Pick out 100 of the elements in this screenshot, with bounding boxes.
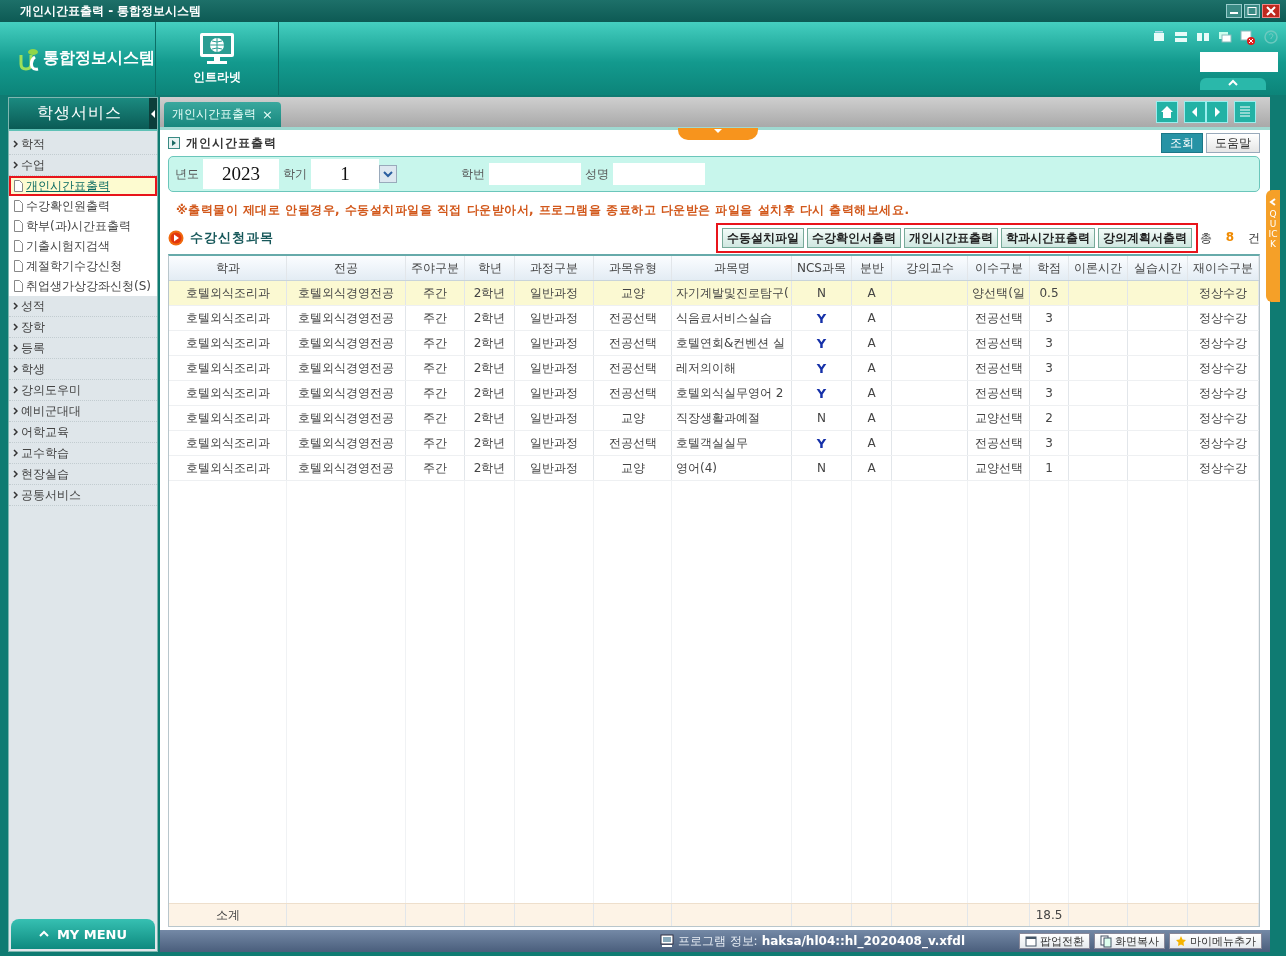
vertical-split-icon[interactable] <box>1196 30 1210 44</box>
column-header: 이론시간 <box>1069 256 1128 280</box>
next-button[interactable] <box>1206 101 1228 123</box>
table-cell: 전공선택 <box>968 431 1030 455</box>
caret-left-icon <box>150 108 156 119</box>
status-bar-button[interactable]: 마이메뉴추가 <box>1169 933 1262 949</box>
menu-item[interactable]: 학생 <box>9 359 157 380</box>
table-row[interactable]: 호텔외식조리과 호텔외식경영전공 주간 2학년 일반과정 전공선택 레저의이해 Y A 전공선택 3 정상수강 <box>169 356 1259 381</box>
section-title: 수강신청과목 <box>190 229 275 247</box>
copy-icon <box>1100 934 1112 948</box>
cascade-windows-icon[interactable] <box>1218 30 1232 44</box>
table-cell: A <box>852 381 892 405</box>
table-cell: 2학년 <box>465 306 515 330</box>
input-field[interactable] <box>489 163 581 185</box>
menu-item[interactable]: 학적 <box>9 134 157 155</box>
table-row[interactable]: 호텔외식조리과 호텔외식경영전공 주간 2학년 일반과정 교양 직장생활과예절 N A 교양선택 2 정상수강 <box>169 406 1259 431</box>
table-cell: 정상수강 <box>1188 306 1259 330</box>
input-field[interactable] <box>613 163 705 185</box>
table-cell: 3 <box>1030 431 1069 455</box>
home-icon <box>1160 105 1174 119</box>
chevron-right-icon <box>13 323 18 331</box>
help-icon[interactable] <box>1264 30 1278 44</box>
chevron-right-icon <box>13 161 18 169</box>
window-icon <box>1025 934 1037 948</box>
print-button[interactable]: 학과시간표출력 <box>1000 228 1095 248</box>
horizontal-split-icon[interactable] <box>1174 30 1188 44</box>
play-square-icon <box>168 137 180 149</box>
submenu-item[interactable]: 개인시간표출력 <box>9 176 157 196</box>
print-button[interactable]: 개인시간표출력 <box>903 228 998 248</box>
menu-item[interactable]: 예비군대대 <box>9 401 157 422</box>
menu-item[interactable]: 장학 <box>9 317 157 338</box>
column-header: 분반 <box>852 256 892 280</box>
single-window-icon[interactable] <box>1152 30 1166 44</box>
table-cell: 호텔외식조리과 <box>169 456 287 480</box>
menu-item[interactable]: 공통서비스 <box>9 485 157 506</box>
table-cell: 교양 <box>594 281 672 305</box>
chevron-right-icon <box>13 302 18 310</box>
table-cell: A <box>852 406 892 430</box>
menu-item[interactable]: 교수학습 <box>9 443 157 464</box>
table-cell: 주간 <box>406 381 465 405</box>
chevron-right-icon <box>13 386 18 394</box>
input-field[interactable]: 2023 <box>203 159 279 189</box>
table-cell: 주간 <box>406 281 465 305</box>
maximize-icon[interactable] <box>1244 4 1260 18</box>
submenu-item[interactable]: 수강확인원출력 <box>9 196 157 216</box>
logo-text: 통합정보시스템 <box>43 48 155 69</box>
table-cell: 일반과정 <box>515 281 594 305</box>
collapse-sidebar-button[interactable] <box>149 98 157 129</box>
table-cell: 2학년 <box>465 356 515 380</box>
table-row[interactable]: 호텔외식조리과 호텔외식경영전공 주간 2학년 일반과정 교양 자기계발및진로탐구( N A 양선택(일 0.5 정상수강 <box>169 281 1259 306</box>
table-cell: 호텔외식실무영어 2 <box>672 381 792 405</box>
table-row[interactable]: 호텔외식조리과 호텔외식경영전공 주간 2학년 일반과정 전공선택 호텔객실실무 Y A 전공선택 3 정상수강 <box>169 431 1259 456</box>
menu-item[interactable]: 등록 <box>9 338 157 359</box>
collapse-tab-button[interactable] <box>678 128 758 140</box>
menu-item[interactable]: 어학교육 <box>9 422 157 443</box>
minimize-icon[interactable] <box>1226 4 1242 18</box>
window-title: 개인시간표출력 - 통합정보시스템 <box>20 2 203 20</box>
menu-item[interactable]: 성적 <box>9 296 157 317</box>
print-button[interactable]: 수강확인서출력 <box>806 228 901 248</box>
table-cell: 정상수강 <box>1188 431 1259 455</box>
table-cell: 일반과정 <box>515 356 594 380</box>
status-bar-button[interactable]: 팝업전환 <box>1019 933 1090 949</box>
help-button[interactable]: 도움말 <box>1206 133 1260 153</box>
table-cell: 정상수강 <box>1188 331 1259 355</box>
table-cell: 호텔외식경영전공 <box>287 281 406 305</box>
list-button[interactable] <box>1234 101 1256 123</box>
table-cell: 호텔외식조리과 <box>169 356 287 380</box>
table-cell: 2학년 <box>465 281 515 305</box>
home-button[interactable] <box>1156 101 1178 123</box>
table-cell: 호텔외식경영전공 <box>287 406 406 430</box>
semester-select[interactable]: 1 <box>311 159 379 189</box>
table-cell: A <box>852 431 892 455</box>
table-cell: A <box>852 281 892 305</box>
menu-item[interactable]: 강의도우미 <box>9 380 157 401</box>
table-cell: Y <box>792 431 852 455</box>
submenu-item[interactable]: 취업생가상강좌신청(S) <box>9 276 157 296</box>
table-row[interactable]: 호텔외식조리과 호텔외식경영전공 주간 2학년 일반과정 전공선택 호텔연회&컨벤션 실 Y A 전공선택 3 정상수강 <box>169 331 1259 356</box>
search-button[interactable]: 조회 <box>1161 133 1203 153</box>
program-info-value: haksa/hl04::hl_2020408_v.xfdl <box>761 934 965 948</box>
submenu-item[interactable]: 계절학기수강신청 <box>9 256 157 276</box>
print-button[interactable]: 강의계획서출력 <box>1097 228 1192 248</box>
table-row[interactable]: 호텔외식조리과 호텔외식경영전공 주간 2학년 일반과정 전공선택 식음료서비스실습 Y A 전공선택 3 정상수강 <box>169 306 1259 331</box>
previous-button[interactable] <box>1184 101 1206 123</box>
list-icon <box>1238 105 1252 119</box>
table-row[interactable]: 호텔외식조리과 호텔외식경영전공 주간 2학년 일반과정 교양 영어(4) N A 교양선택 1 정상수강 <box>169 456 1259 481</box>
close-icon[interactable] <box>1262 4 1280 18</box>
print-button[interactable]: 수동설치파일 <box>721 228 804 248</box>
header-input-field[interactable] <box>1200 52 1278 72</box>
menu-item[interactable]: 현장실습 <box>9 464 157 485</box>
monitor-globe-icon <box>198 31 236 65</box>
collapse-header-button[interactable] <box>1200 78 1266 90</box>
status-bar-button[interactable]: 화면복사 <box>1094 933 1165 949</box>
table-cell: 전공선택 <box>594 306 672 330</box>
submenu-item[interactable]: 학부(과)시간표출력 <box>9 216 157 236</box>
table-row[interactable]: 호텔외식조리과 호텔외식경영전공 주간 2학년 일반과정 전공선택 호텔외식실무영어 2 Y A 전공선택 3 정상수강 <box>169 381 1259 406</box>
table-cell: 정상수강 <box>1188 456 1259 480</box>
table-cell: 호텔외식조리과 <box>169 381 287 405</box>
close-all-windows-icon[interactable] <box>1240 30 1256 46</box>
chevron-right-icon <box>13 140 18 148</box>
submenu-item[interactable]: 기출시험지검색 <box>9 236 157 256</box>
